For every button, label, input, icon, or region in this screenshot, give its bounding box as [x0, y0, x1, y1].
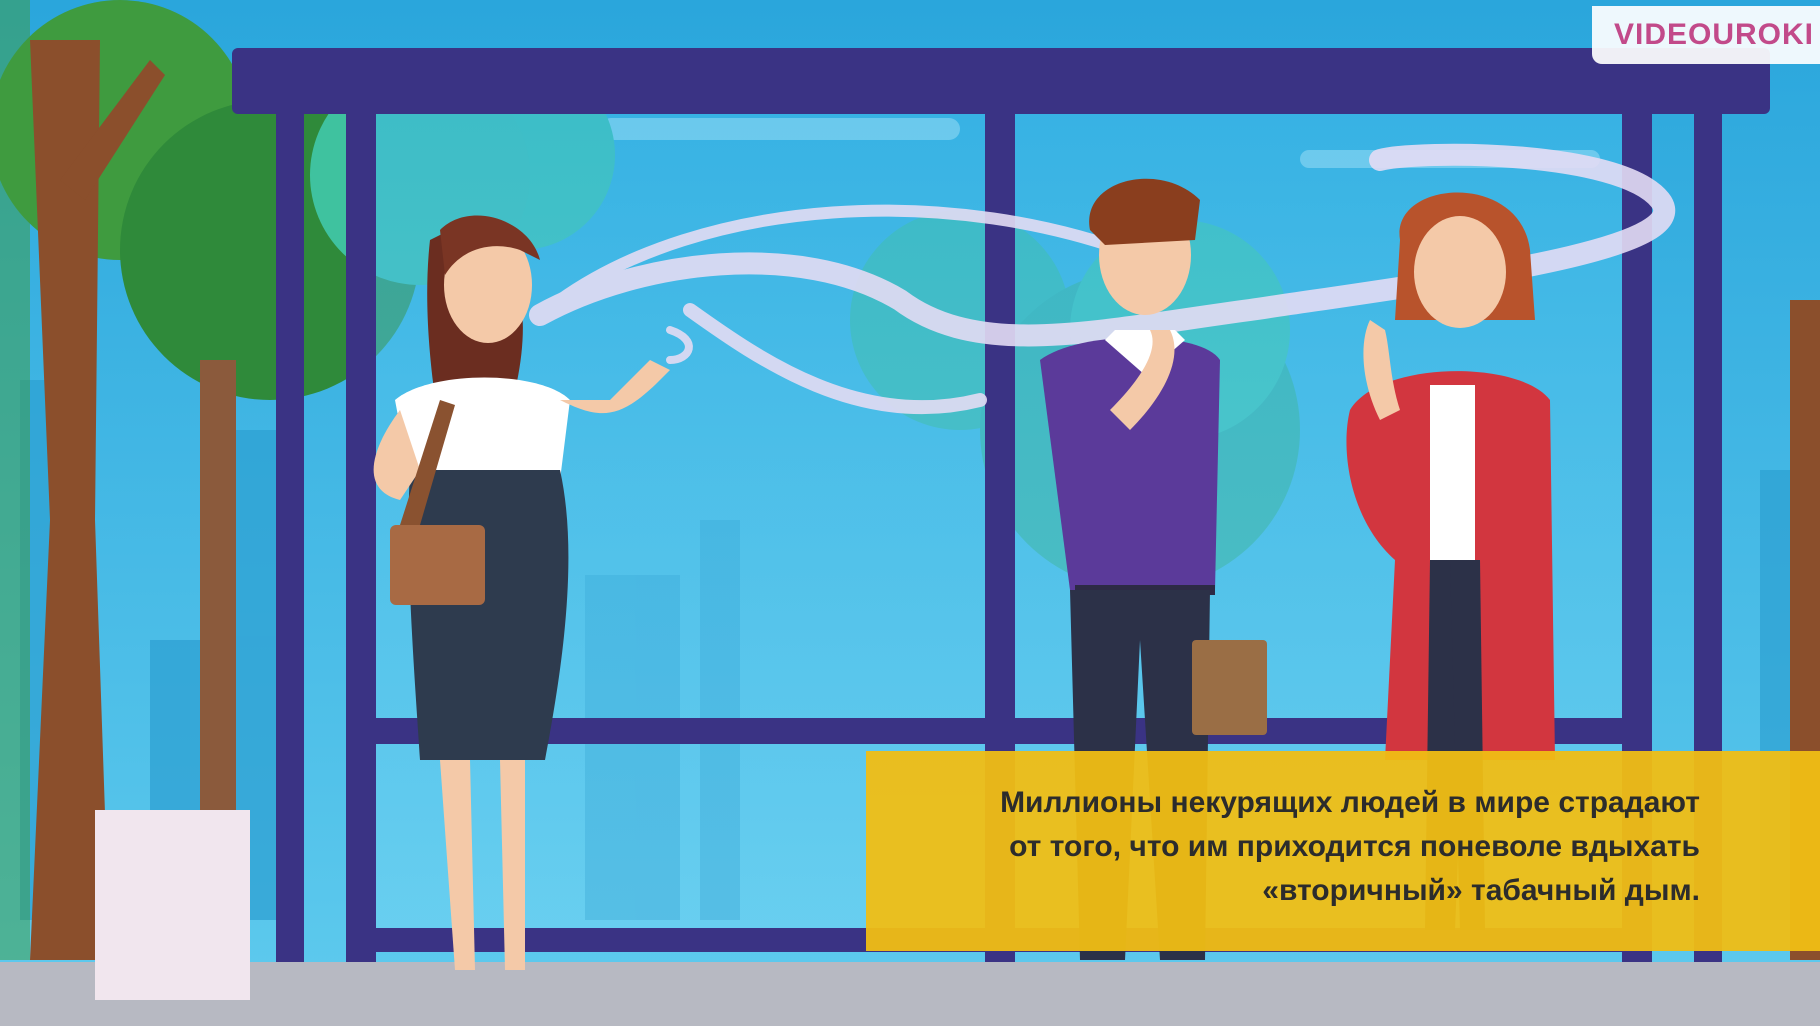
caption-box: Миллионы некурящих людей в мире страдают… — [866, 751, 1820, 951]
caption-line-3: «вторичный» табачный дым. — [1262, 874, 1700, 907]
caption-line-2: от того, что им приходится поневоле вдых… — [1009, 830, 1700, 863]
illustration-scene: VIDEOUROKI Миллионы некурящих людей в ми… — [0, 0, 1820, 1026]
caption-line-1: Миллионы некурящих людей в мире страдают — [1000, 786, 1700, 819]
ground — [0, 962, 1820, 1026]
videouroki-logo: VIDEOUROKI — [1592, 6, 1820, 64]
logo-text: VIDEOUROKI — [1614, 18, 1815, 51]
planter-box — [95, 810, 250, 1000]
